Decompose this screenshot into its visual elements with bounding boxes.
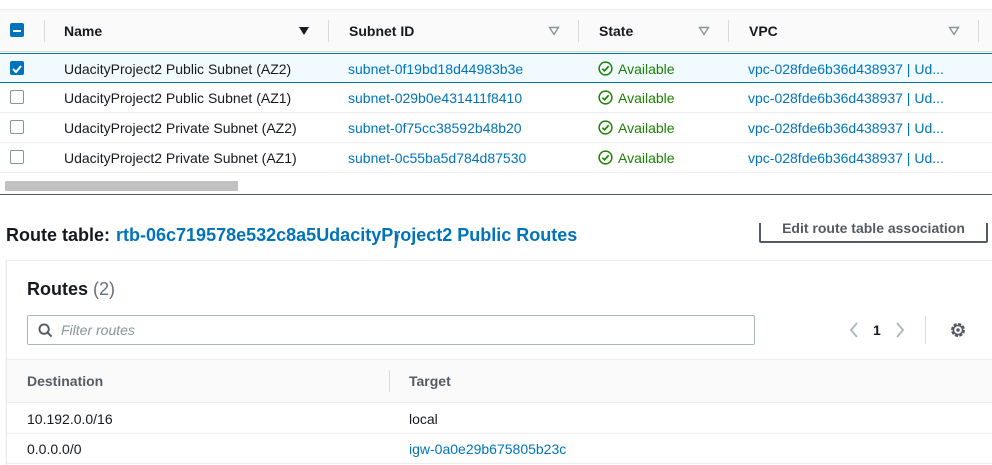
table-row: 10.192.0.0/16 local — [7, 404, 992, 434]
routes-table-header: Destination Target — [7, 359, 992, 403]
checkbox-minus-icon — [13, 30, 21, 32]
column-header-state[interactable]: State — [599, 10, 633, 52]
status-ok-icon — [598, 120, 613, 135]
column-divider — [44, 20, 45, 42]
route-table-title-separator: / — [394, 232, 399, 248]
previous-page-button[interactable] — [845, 321, 863, 339]
horizontal-scrollbar-thumb[interactable] — [5, 181, 238, 191]
route-table-id-link[interactable]: rtb-06c719578e532c8a5 — [116, 225, 316, 246]
split-panel-header — [0, 195, 992, 419]
row-checkbox[interactable] — [10, 150, 24, 164]
subnet-id-link[interactable]: subnet-0f19bd18d44983b3e — [348, 54, 523, 83]
state-label: Available — [618, 60, 675, 77]
route-table-title: Route table: rtb-06c719578e532c8a5 / Uda… — [6, 222, 577, 248]
column-header-subnet-id[interactable]: Subnet ID — [349, 10, 414, 52]
subnet-id-link[interactable]: subnet-029b0e431411f8410 — [348, 83, 522, 112]
next-page-button[interactable] — [891, 321, 909, 339]
subnet-name: UdacityProject2 Private Subnet (AZ1) — [64, 149, 297, 166]
status-ok-icon — [598, 150, 613, 165]
pagination: 1 — [845, 319, 909, 341]
search-icon — [38, 322, 53, 337]
chevron-right-icon — [896, 322, 904, 338]
routes-heading: Routes (2) — [27, 279, 115, 300]
subnet-state: Available — [598, 54, 675, 83]
route-target: local — [409, 410, 438, 427]
route-destination: 10.192.0.0/16 — [27, 410, 113, 427]
vpc-link[interactable]: vpc-028fde6b36d438937 | Ud... — [748, 113, 944, 142]
table-row[interactable]: UdacityProject2 Private Subnet (AZ2) sub… — [0, 113, 992, 143]
sort-caret-icon[interactable] — [548, 26, 560, 36]
subnet-name: UdacityProject2 Public Subnet (AZ1) — [64, 89, 292, 106]
subnet-state: Available — [598, 113, 675, 142]
row-checkbox[interactable] — [10, 90, 24, 104]
subnet-state: Available — [598, 143, 675, 172]
column-divider — [328, 20, 329, 42]
table-row: 0.0.0.0/0 igw-0a0e29b675805b23c — [7, 434, 992, 464]
status-ok-icon — [598, 61, 613, 76]
select-all-checkbox[interactable] — [10, 23, 24, 37]
column-header-target[interactable]: Target — [409, 360, 451, 402]
subnet-id-link[interactable]: subnet-0f75cc38592b48b20 — [348, 113, 522, 142]
table-row[interactable]: UdacityProject2 Public Subnet (AZ1) subn… — [0, 83, 992, 113]
vpc-link[interactable]: vpc-028fde6b36d438937 | Ud... — [748, 143, 944, 172]
row-checkbox[interactable] — [10, 120, 24, 134]
subnets-table: Name Subnet ID State VPC UdacityProject2… — [0, 0, 992, 195]
vpc-link[interactable]: vpc-028fde6b36d438937 | Ud... — [748, 54, 944, 83]
table-row[interactable]: UdacityProject2 Private Subnet (AZ1) sub… — [0, 143, 992, 173]
subnet-state: Available — [598, 83, 675, 112]
subnet-name: UdacityProject2 Public Subnet (AZ2) — [64, 60, 292, 77]
filter-routes-input[interactable] — [61, 322, 701, 338]
table-row[interactable]: UdacityProject2 Public Subnet (AZ2) subn… — [0, 53, 992, 83]
column-divider — [389, 370, 390, 392]
sort-caret-icon[interactable] — [698, 26, 710, 36]
sort-caret-icon[interactable] — [948, 26, 960, 36]
pagination-divider — [925, 316, 926, 344]
route-target-link[interactable]: igw-0a0e29b675805b23c — [409, 434, 566, 463]
sort-descending-icon[interactable] — [298, 26, 310, 36]
chevron-left-icon — [849, 322, 858, 338]
state-label: Available — [618, 89, 675, 106]
vpc-link[interactable]: vpc-028fde6b36d438937 | Ud... — [748, 83, 944, 112]
filter-routes-field[interactable] — [27, 315, 755, 345]
status-ok-icon — [598, 90, 613, 105]
state-label: Available — [618, 119, 675, 136]
routes-count: (2) — [93, 279, 116, 299]
routes-heading-label: Routes — [27, 279, 89, 299]
column-divider — [578, 20, 579, 42]
subnet-id-link[interactable]: subnet-0c55ba5d784d87530 — [348, 143, 526, 172]
row-checkbox[interactable] — [10, 61, 24, 75]
column-header-name[interactable]: Name — [64, 10, 102, 52]
column-header-vpc[interactable]: VPC — [749, 10, 778, 52]
column-divider — [728, 20, 729, 42]
route-table-title-prefix: Route table: — [6, 224, 111, 245]
table-header: Name Subnet ID State VPC — [0, 10, 992, 52]
column-header-destination[interactable]: Destination — [27, 360, 103, 402]
subnet-name: UdacityProject2 Private Subnet (AZ2) — [64, 119, 297, 136]
column-divider — [978, 20, 979, 42]
current-page-number[interactable]: 1 — [873, 322, 881, 338]
route-destination: 0.0.0.0/0 — [27, 440, 82, 457]
gear-icon[interactable] — [949, 321, 967, 339]
checkmark-icon — [12, 65, 22, 74]
routes-container: Routes (2) 1 Destination Target 10.192.0… — [6, 260, 992, 465]
state-label: Available — [618, 149, 675, 166]
route-table-name: UdacityProject2 Public Routes — [316, 224, 578, 245]
